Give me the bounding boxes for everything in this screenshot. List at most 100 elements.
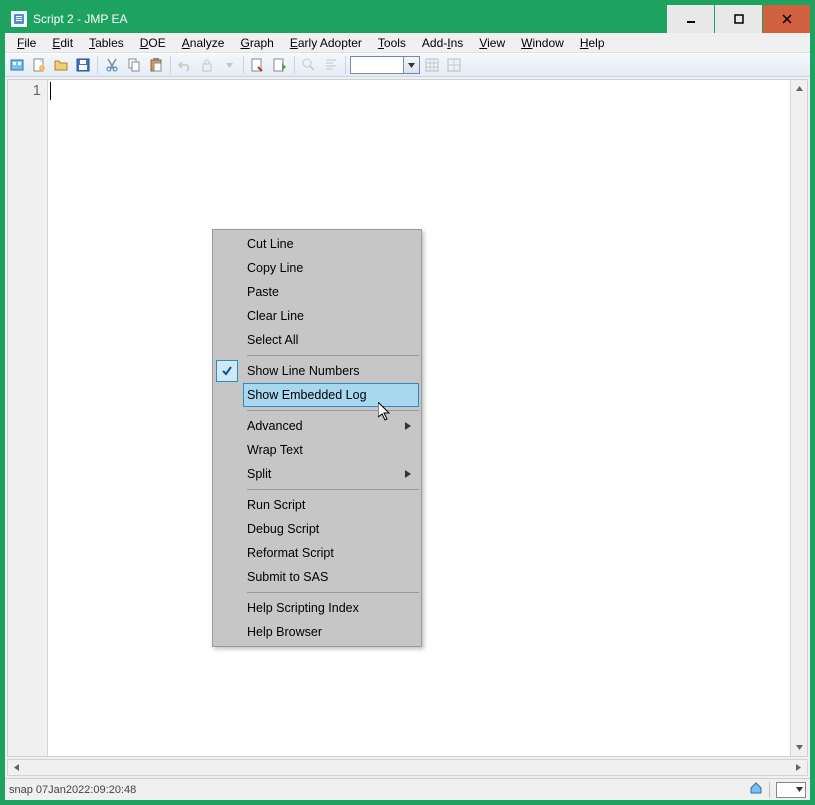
menu-item-show-line-numbers[interactable]: Show Line Numbers bbox=[215, 359, 419, 383]
menu-label: elp bbox=[588, 36, 604, 50]
title-bar: Script 2 - JMP EA bbox=[5, 5, 810, 33]
tb-cut-icon[interactable] bbox=[102, 55, 122, 75]
tb-reformat-icon[interactable] bbox=[321, 55, 341, 75]
menu-tables[interactable]: Tables bbox=[81, 34, 132, 52]
maximize-button[interactable] bbox=[714, 5, 762, 33]
vertical-scrollbar[interactable] bbox=[790, 80, 807, 756]
tb-grid2-icon[interactable] bbox=[444, 55, 464, 75]
status-bar: snap 07Jan2022:09:20:48 bbox=[5, 778, 810, 800]
text-caret bbox=[50, 82, 51, 100]
menu-item-label: Paste bbox=[247, 285, 279, 299]
menu-graph[interactable]: Graph bbox=[232, 34, 281, 52]
tb-undo-icon[interactable] bbox=[175, 55, 195, 75]
menu-addins[interactable]: Add-Ins bbox=[414, 34, 471, 52]
tb-grid1-icon[interactable] bbox=[422, 55, 442, 75]
tb-dropdown-icon[interactable] bbox=[219, 55, 239, 75]
menu-separator bbox=[247, 355, 419, 356]
home-icon[interactable] bbox=[749, 781, 763, 798]
status-text: snap 07Jan2022:09:20:48 bbox=[9, 784, 749, 796]
menu-item-label: Advanced bbox=[247, 419, 303, 433]
tb-new-icon[interactable] bbox=[29, 55, 49, 75]
toolbar-separator bbox=[97, 56, 98, 74]
menu-item-cut-line[interactable]: Cut Line bbox=[215, 232, 419, 256]
menu-item-label: Debug Script bbox=[247, 522, 319, 536]
minimize-button[interactable] bbox=[666, 5, 714, 33]
menu-item-reformat-script[interactable]: Reformat Script bbox=[215, 541, 419, 565]
menu-label: indow bbox=[532, 36, 563, 50]
menu-doe[interactable]: DOE bbox=[132, 34, 174, 52]
menu-item-help-browser[interactable]: Help Browser bbox=[215, 620, 419, 644]
status-separator bbox=[769, 782, 770, 798]
menu-item-label: Show Embedded Log bbox=[247, 388, 367, 402]
menu-item-debug-script[interactable]: Debug Script bbox=[215, 517, 419, 541]
line-number-gutter: 1 bbox=[8, 80, 48, 756]
horizontal-scrollbar[interactable] bbox=[7, 759, 808, 776]
menu-item-clear-line[interactable]: Clear Line bbox=[215, 304, 419, 328]
menu-label: ile bbox=[24, 36, 36, 50]
tb-open-icon[interactable] bbox=[51, 55, 71, 75]
toolbar-separator bbox=[243, 56, 244, 74]
menu-item-label: Help Browser bbox=[247, 625, 322, 639]
line-number: 1 bbox=[8, 82, 41, 99]
menu-item-submit-to-sas[interactable]: Submit to SAS bbox=[215, 565, 419, 589]
submenu-arrow-icon bbox=[405, 467, 411, 481]
menu-label: arly Adopter bbox=[298, 36, 362, 50]
menu-file[interactable]: File bbox=[9, 34, 44, 52]
menu-label: OE bbox=[148, 36, 165, 50]
status-right bbox=[749, 781, 806, 798]
menu-label: nalyze bbox=[190, 36, 225, 50]
menu-item-select-all[interactable]: Select All bbox=[215, 328, 419, 352]
menu-item-label: Wrap Text bbox=[247, 443, 303, 457]
scroll-up-icon[interactable] bbox=[791, 80, 807, 97]
menu-label: ables bbox=[95, 36, 124, 50]
menu-view[interactable]: View bbox=[471, 34, 513, 52]
menu-item-run-script[interactable]: Run Script bbox=[215, 493, 419, 517]
menu-analyze[interactable]: Analyze bbox=[174, 34, 233, 52]
menu-item-advanced[interactable]: Advanced bbox=[215, 414, 419, 438]
tb-debug-icon[interactable] bbox=[248, 55, 268, 75]
close-button[interactable] bbox=[762, 5, 810, 33]
menu-item-label: Submit to SAS bbox=[247, 570, 328, 584]
tb-home-icon[interactable] bbox=[7, 55, 27, 75]
scroll-right-icon[interactable] bbox=[790, 760, 807, 775]
menu-item-copy-line[interactable]: Copy Line bbox=[215, 256, 419, 280]
menu-item-label: Split bbox=[247, 467, 271, 481]
scroll-track[interactable] bbox=[25, 760, 790, 775]
window-buttons bbox=[666, 5, 810, 33]
menu-item-label: Run Script bbox=[247, 498, 305, 512]
scroll-down-icon[interactable] bbox=[791, 739, 807, 756]
scroll-track[interactable] bbox=[791, 97, 807, 739]
menu-item-label: Show Line Numbers bbox=[247, 364, 360, 378]
horizontal-scroll-row bbox=[7, 759, 808, 776]
tb-save-icon[interactable] bbox=[73, 55, 93, 75]
menu-item-label: Select All bbox=[247, 333, 298, 347]
tb-combo[interactable] bbox=[350, 56, 420, 74]
menu-label: Add- bbox=[422, 36, 447, 50]
menu-item-label: Reformat Script bbox=[247, 546, 334, 560]
menu-early-adopter[interactable]: Early Adopter bbox=[282, 34, 370, 52]
status-combo[interactable] bbox=[776, 782, 806, 798]
menu-item-label: Cut Line bbox=[247, 237, 294, 251]
menu-item-label: Help Scripting Index bbox=[247, 601, 359, 615]
toolbar-separator bbox=[294, 56, 295, 74]
toolbar-separator bbox=[345, 56, 346, 74]
menu-label: ns bbox=[451, 36, 464, 50]
menu-item-help-scripting-index[interactable]: Help Scripting Index bbox=[215, 596, 419, 620]
tb-paste-icon[interactable] bbox=[146, 55, 166, 75]
menu-tools[interactable]: Tools bbox=[370, 34, 414, 52]
menu-item-paste[interactable]: Paste bbox=[215, 280, 419, 304]
toolbar-separator bbox=[170, 56, 171, 74]
tb-lock-icon[interactable] bbox=[197, 55, 217, 75]
chevron-down-icon bbox=[403, 57, 419, 73]
menu-item-show-embedded-log[interactable]: Show Embedded Log bbox=[243, 383, 419, 407]
menu-window[interactable]: Window bbox=[513, 34, 572, 52]
menu-edit[interactable]: Edit bbox=[44, 34, 81, 52]
scroll-left-icon[interactable] bbox=[8, 760, 25, 775]
menu-item-split[interactable]: Split bbox=[215, 462, 419, 486]
menu-separator bbox=[247, 410, 419, 411]
tb-run-icon[interactable] bbox=[270, 55, 290, 75]
menu-help[interactable]: Help bbox=[572, 34, 613, 52]
tb-zoom-icon[interactable] bbox=[299, 55, 319, 75]
tb-copy-icon[interactable] bbox=[124, 55, 144, 75]
menu-item-wrap-text[interactable]: Wrap Text bbox=[215, 438, 419, 462]
